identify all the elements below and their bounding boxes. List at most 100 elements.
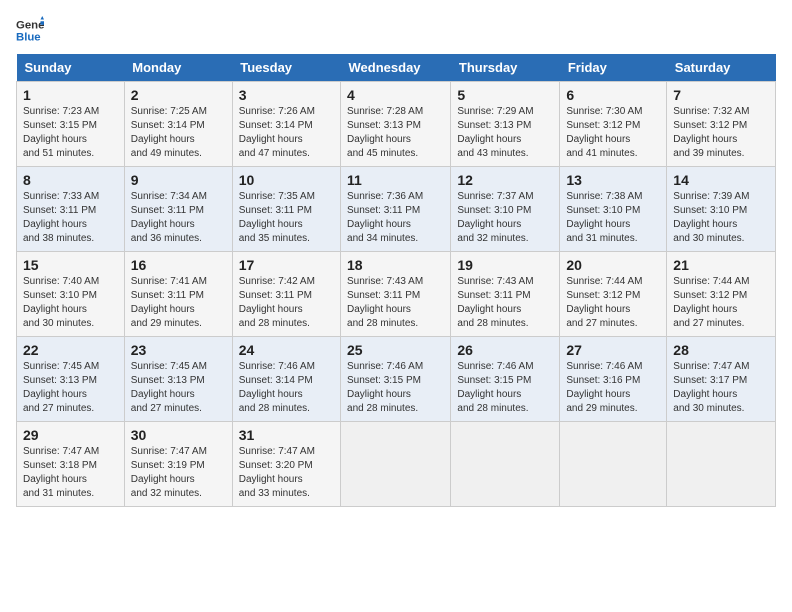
day-number: 7 xyxy=(673,87,769,103)
calendar-cell xyxy=(341,422,451,507)
weekday-header: Tuesday xyxy=(232,54,340,82)
day-detail: Sunrise: 7:39 AM Sunset: 3:10 PM Dayligh… xyxy=(673,190,769,246)
day-number: 3 xyxy=(239,87,334,103)
weekday-header: Wednesday xyxy=(341,54,451,82)
weekday-header: Sunday xyxy=(17,54,125,82)
day-number: 6 xyxy=(566,87,660,103)
calendar-cell: 19 Sunrise: 7:43 AM Sunset: 3:11 PM Dayl… xyxy=(451,252,560,337)
calendar-cell: 1 Sunrise: 7:23 AM Sunset: 3:15 PM Dayli… xyxy=(17,82,125,167)
calendar-cell: 6 Sunrise: 7:30 AM Sunset: 3:12 PM Dayli… xyxy=(560,82,667,167)
calendar-week-row: 15 Sunrise: 7:40 AM Sunset: 3:10 PM Dayl… xyxy=(17,252,776,337)
calendar-week-row: 22 Sunrise: 7:45 AM Sunset: 3:13 PM Dayl… xyxy=(17,337,776,422)
day-number: 15 xyxy=(23,257,118,273)
day-detail: Sunrise: 7:25 AM Sunset: 3:14 PM Dayligh… xyxy=(131,105,226,161)
calendar-cell: 28 Sunrise: 7:47 AM Sunset: 3:17 PM Dayl… xyxy=(667,337,776,422)
day-detail: Sunrise: 7:43 AM Sunset: 3:11 PM Dayligh… xyxy=(347,275,444,331)
calendar-week-row: 1 Sunrise: 7:23 AM Sunset: 3:15 PM Dayli… xyxy=(17,82,776,167)
day-detail: Sunrise: 7:47 AM Sunset: 3:19 PM Dayligh… xyxy=(131,445,226,501)
day-detail: Sunrise: 7:46 AM Sunset: 3:14 PM Dayligh… xyxy=(239,360,334,416)
day-number: 18 xyxy=(347,257,444,273)
day-number: 21 xyxy=(673,257,769,273)
weekday-header-row: SundayMondayTuesdayWednesdayThursdayFrid… xyxy=(17,54,776,82)
day-detail: Sunrise: 7:45 AM Sunset: 3:13 PM Dayligh… xyxy=(23,360,118,416)
weekday-header: Thursday xyxy=(451,54,560,82)
calendar-cell: 2 Sunrise: 7:25 AM Sunset: 3:14 PM Dayli… xyxy=(124,82,232,167)
day-detail: Sunrise: 7:46 AM Sunset: 3:15 PM Dayligh… xyxy=(457,360,553,416)
calendar-cell: 22 Sunrise: 7:45 AM Sunset: 3:13 PM Dayl… xyxy=(17,337,125,422)
day-number: 27 xyxy=(566,342,660,358)
calendar-cell xyxy=(667,422,776,507)
day-detail: Sunrise: 7:46 AM Sunset: 3:16 PM Dayligh… xyxy=(566,360,660,416)
calendar-cell: 5 Sunrise: 7:29 AM Sunset: 3:13 PM Dayli… xyxy=(451,82,560,167)
day-number: 19 xyxy=(457,257,553,273)
day-number: 23 xyxy=(131,342,226,358)
calendar-cell: 31 Sunrise: 7:47 AM Sunset: 3:20 PM Dayl… xyxy=(232,422,340,507)
calendar-cell: 20 Sunrise: 7:44 AM Sunset: 3:12 PM Dayl… xyxy=(560,252,667,337)
day-detail: Sunrise: 7:26 AM Sunset: 3:14 PM Dayligh… xyxy=(239,105,334,161)
svg-text:General: General xyxy=(16,19,44,31)
day-detail: Sunrise: 7:28 AM Sunset: 3:13 PM Dayligh… xyxy=(347,105,444,161)
day-number: 31 xyxy=(239,427,334,443)
day-detail: Sunrise: 7:47 AM Sunset: 3:17 PM Dayligh… xyxy=(673,360,769,416)
day-detail: Sunrise: 7:44 AM Sunset: 3:12 PM Dayligh… xyxy=(566,275,660,331)
day-number: 8 xyxy=(23,172,118,188)
day-number: 9 xyxy=(131,172,226,188)
weekday-header: Saturday xyxy=(667,54,776,82)
day-number: 22 xyxy=(23,342,118,358)
day-detail: Sunrise: 7:40 AM Sunset: 3:10 PM Dayligh… xyxy=(23,275,118,331)
day-number: 14 xyxy=(673,172,769,188)
day-number: 29 xyxy=(23,427,118,443)
calendar-cell: 12 Sunrise: 7:37 AM Sunset: 3:10 PM Dayl… xyxy=(451,167,560,252)
calendar-cell: 17 Sunrise: 7:42 AM Sunset: 3:11 PM Dayl… xyxy=(232,252,340,337)
day-number: 25 xyxy=(347,342,444,358)
calendar-cell: 11 Sunrise: 7:36 AM Sunset: 3:11 PM Dayl… xyxy=(341,167,451,252)
day-detail: Sunrise: 7:44 AM Sunset: 3:12 PM Dayligh… xyxy=(673,275,769,331)
logo-icon: General Blue xyxy=(16,16,44,44)
day-number: 11 xyxy=(347,172,444,188)
calendar-cell: 25 Sunrise: 7:46 AM Sunset: 3:15 PM Dayl… xyxy=(341,337,451,422)
calendar-cell: 24 Sunrise: 7:46 AM Sunset: 3:14 PM Dayl… xyxy=(232,337,340,422)
day-number: 28 xyxy=(673,342,769,358)
calendar-cell: 15 Sunrise: 7:40 AM Sunset: 3:10 PM Dayl… xyxy=(17,252,125,337)
day-number: 5 xyxy=(457,87,553,103)
svg-text:Blue: Blue xyxy=(16,32,41,44)
calendar-cell: 26 Sunrise: 7:46 AM Sunset: 3:15 PM Dayl… xyxy=(451,337,560,422)
day-number: 2 xyxy=(131,87,226,103)
calendar-cell: 9 Sunrise: 7:34 AM Sunset: 3:11 PM Dayli… xyxy=(124,167,232,252)
header: General Blue xyxy=(16,16,776,44)
calendar-cell: 16 Sunrise: 7:41 AM Sunset: 3:11 PM Dayl… xyxy=(124,252,232,337)
day-number: 24 xyxy=(239,342,334,358)
calendar-cell: 27 Sunrise: 7:46 AM Sunset: 3:16 PM Dayl… xyxy=(560,337,667,422)
weekday-header: Friday xyxy=(560,54,667,82)
day-detail: Sunrise: 7:33 AM Sunset: 3:11 PM Dayligh… xyxy=(23,190,118,246)
day-number: 10 xyxy=(239,172,334,188)
logo: General Blue xyxy=(16,16,48,44)
day-number: 13 xyxy=(566,172,660,188)
day-detail: Sunrise: 7:30 AM Sunset: 3:12 PM Dayligh… xyxy=(566,105,660,161)
calendar-cell: 3 Sunrise: 7:26 AM Sunset: 3:14 PM Dayli… xyxy=(232,82,340,167)
day-detail: Sunrise: 7:34 AM Sunset: 3:11 PM Dayligh… xyxy=(131,190,226,246)
calendar-cell: 30 Sunrise: 7:47 AM Sunset: 3:19 PM Dayl… xyxy=(124,422,232,507)
day-number: 26 xyxy=(457,342,553,358)
calendar-week-row: 8 Sunrise: 7:33 AM Sunset: 3:11 PM Dayli… xyxy=(17,167,776,252)
day-number: 4 xyxy=(347,87,444,103)
day-number: 1 xyxy=(23,87,118,103)
day-number: 17 xyxy=(239,257,334,273)
day-detail: Sunrise: 7:37 AM Sunset: 3:10 PM Dayligh… xyxy=(457,190,553,246)
calendar-cell: 23 Sunrise: 7:45 AM Sunset: 3:13 PM Dayl… xyxy=(124,337,232,422)
weekday-header: Monday xyxy=(124,54,232,82)
calendar-cell xyxy=(451,422,560,507)
calendar-cell: 14 Sunrise: 7:39 AM Sunset: 3:10 PM Dayl… xyxy=(667,167,776,252)
day-detail: Sunrise: 7:29 AM Sunset: 3:13 PM Dayligh… xyxy=(457,105,553,161)
day-detail: Sunrise: 7:46 AM Sunset: 3:15 PM Dayligh… xyxy=(347,360,444,416)
day-detail: Sunrise: 7:32 AM Sunset: 3:12 PM Dayligh… xyxy=(673,105,769,161)
day-number: 16 xyxy=(131,257,226,273)
calendar-cell: 8 Sunrise: 7:33 AM Sunset: 3:11 PM Dayli… xyxy=(17,167,125,252)
day-detail: Sunrise: 7:42 AM Sunset: 3:11 PM Dayligh… xyxy=(239,275,334,331)
calendar-cell: 7 Sunrise: 7:32 AM Sunset: 3:12 PM Dayli… xyxy=(667,82,776,167)
calendar-week-row: 29 Sunrise: 7:47 AM Sunset: 3:18 PM Dayl… xyxy=(17,422,776,507)
day-detail: Sunrise: 7:38 AM Sunset: 3:10 PM Dayligh… xyxy=(566,190,660,246)
day-detail: Sunrise: 7:36 AM Sunset: 3:11 PM Dayligh… xyxy=(347,190,444,246)
day-detail: Sunrise: 7:35 AM Sunset: 3:11 PM Dayligh… xyxy=(239,190,334,246)
day-detail: Sunrise: 7:47 AM Sunset: 3:20 PM Dayligh… xyxy=(239,445,334,501)
